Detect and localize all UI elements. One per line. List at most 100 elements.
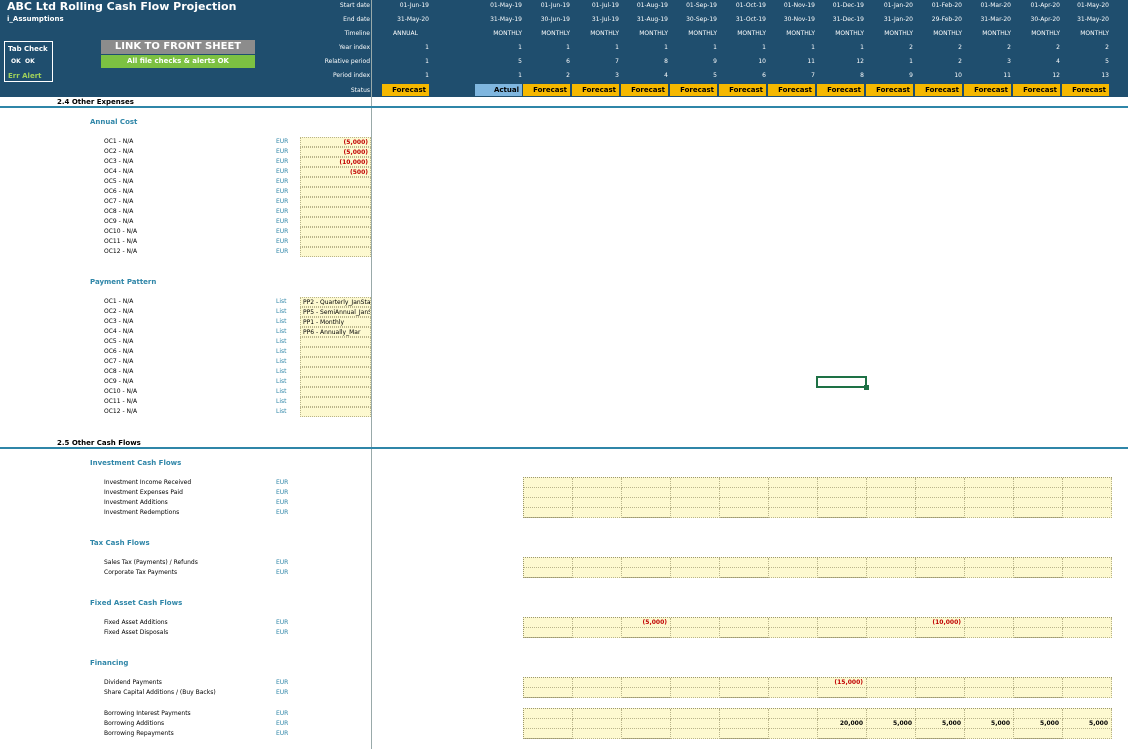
grid-input-cell[interactable]	[720, 568, 769, 578]
grid-input-cell[interactable]	[573, 568, 622, 578]
grid-input-cell[interactable]	[965, 678, 1014, 688]
grid-input-cell[interactable]	[524, 478, 573, 488]
grid-input-cell[interactable]	[818, 478, 867, 488]
grid-input-cell[interactable]: 5,000	[1063, 719, 1112, 729]
grid-input-cell[interactable]	[867, 709, 916, 719]
grid-input-cell[interactable]	[720, 618, 769, 628]
input-cell[interactable]	[300, 187, 371, 197]
grid-input-cell[interactable]	[524, 719, 573, 729]
grid-input-cell[interactable]	[524, 729, 573, 739]
grid-input-cell[interactable]	[769, 488, 818, 498]
input-cell[interactable]	[300, 207, 371, 217]
grid-input-cell[interactable]	[720, 719, 769, 729]
grid-input-cell[interactable]	[573, 618, 622, 628]
grid-input-cell[interactable]	[916, 568, 965, 578]
grid-input-cell[interactable]	[818, 709, 867, 719]
grid-input-cell[interactable]	[671, 558, 720, 568]
grid-input-cell[interactable]	[1063, 729, 1112, 739]
dropdown-cell[interactable]: PP2 - Quarterly_JanStart	[300, 297, 371, 307]
grid-input-cell[interactable]	[622, 478, 671, 488]
grid-input-cell[interactable]	[867, 488, 916, 498]
grid-input-cell[interactable]	[769, 508, 818, 518]
grid-input-cell[interactable]	[965, 729, 1014, 739]
grid-input-cell[interactable]	[916, 628, 965, 638]
grid-input-cell[interactable]	[524, 498, 573, 508]
grid-input-cell[interactable]	[867, 568, 916, 578]
grid-input-cell[interactable]	[671, 719, 720, 729]
grid-input-cell[interactable]	[524, 488, 573, 498]
grid-input-cell[interactable]	[965, 508, 1014, 518]
grid-input-cell[interactable]	[867, 628, 916, 638]
grid-input-cell[interactable]	[769, 618, 818, 628]
grid-input-cell[interactable]	[622, 568, 671, 578]
grid-input-cell[interactable]	[671, 478, 720, 488]
dropdown-cell[interactable]	[300, 347, 371, 357]
selected-cell[interactable]	[816, 376, 867, 388]
grid-input-cell[interactable]	[573, 558, 622, 568]
grid-input-cell[interactable]	[965, 568, 1014, 578]
grid-input-cell[interactable]	[524, 688, 573, 698]
input-cell[interactable]	[300, 177, 371, 187]
grid-input-cell[interactable]	[867, 678, 916, 688]
grid-input-cell[interactable]	[1063, 568, 1112, 578]
grid-input-cell[interactable]	[1063, 508, 1112, 518]
grid-input-cell[interactable]	[524, 618, 573, 628]
grid-input-cell[interactable]	[1014, 568, 1063, 578]
dropdown-cell[interactable]	[300, 397, 371, 407]
grid-input-cell[interactable]	[573, 488, 622, 498]
grid-input-cell[interactable]	[818, 508, 867, 518]
grid-input-cell[interactable]: 5,000	[965, 719, 1014, 729]
grid-input-cell[interactable]	[1014, 729, 1063, 739]
grid-input-cell[interactable]	[769, 709, 818, 719]
input-cell[interactable]	[300, 217, 371, 227]
grid-input-cell[interactable]	[867, 729, 916, 739]
grid-input-cell[interactable]	[916, 688, 965, 698]
grid-input-cell[interactable]	[769, 719, 818, 729]
grid-input-cell[interactable]	[720, 709, 769, 719]
grid-input-cell[interactable]	[622, 498, 671, 508]
grid-input-cell[interactable]	[671, 628, 720, 638]
grid-input-cell[interactable]	[1063, 558, 1112, 568]
grid-input-cell[interactable]	[818, 558, 867, 568]
dropdown-cell[interactable]: PP5 - SemiAnnual_JanStart	[300, 307, 371, 317]
grid-input-cell[interactable]	[1014, 688, 1063, 698]
grid-input-cell[interactable]	[1014, 488, 1063, 498]
grid-input-cell[interactable]	[1014, 508, 1063, 518]
grid-input-cell[interactable]	[720, 488, 769, 498]
grid-input-cell[interactable]	[720, 508, 769, 518]
grid-input-cell[interactable]	[867, 498, 916, 508]
grid-input-cell[interactable]	[524, 628, 573, 638]
grid-input-cell[interactable]	[965, 478, 1014, 488]
grid-input-cell[interactable]	[573, 628, 622, 638]
grid-input-cell[interactable]	[769, 478, 818, 488]
grid-input-cell[interactable]	[769, 628, 818, 638]
grid-input-cell[interactable]: (5,000)	[622, 618, 671, 628]
grid-input-cell[interactable]	[720, 498, 769, 508]
grid-input-cell[interactable]	[1063, 618, 1112, 628]
grid-input-cell[interactable]	[1063, 709, 1112, 719]
grid-input-cell[interactable]	[916, 678, 965, 688]
grid-input-cell[interactable]: 5,000	[867, 719, 916, 729]
input-cell[interactable]: (10,000)	[300, 157, 371, 167]
grid-input-cell[interactable]	[769, 568, 818, 578]
grid-input-cell[interactable]	[671, 688, 720, 698]
grid-input-cell[interactable]	[818, 688, 867, 698]
grid-input-cell[interactable]	[524, 568, 573, 578]
grid-input-cell[interactable]	[916, 498, 965, 508]
grid-input-cell[interactable]	[1063, 488, 1112, 498]
grid-input-cell[interactable]	[965, 618, 1014, 628]
grid-input-cell[interactable]	[622, 558, 671, 568]
grid-input-cell[interactable]: 20,000	[818, 719, 867, 729]
grid-input-cell[interactable]	[1014, 498, 1063, 508]
grid-input-cell[interactable]	[573, 678, 622, 688]
grid-input-cell[interactable]	[818, 568, 867, 578]
input-cell[interactable]: (5,000)	[300, 137, 371, 147]
grid-input-cell[interactable]	[965, 498, 1014, 508]
grid-input-cell[interactable]	[818, 628, 867, 638]
grid-input-cell[interactable]	[916, 709, 965, 719]
grid-input-cell[interactable]	[769, 729, 818, 739]
grid-input-cell[interactable]: 5,000	[1014, 719, 1063, 729]
grid-input-cell[interactable]	[720, 558, 769, 568]
grid-input-cell[interactable]	[1014, 709, 1063, 719]
grid-input-cell[interactable]	[965, 488, 1014, 498]
